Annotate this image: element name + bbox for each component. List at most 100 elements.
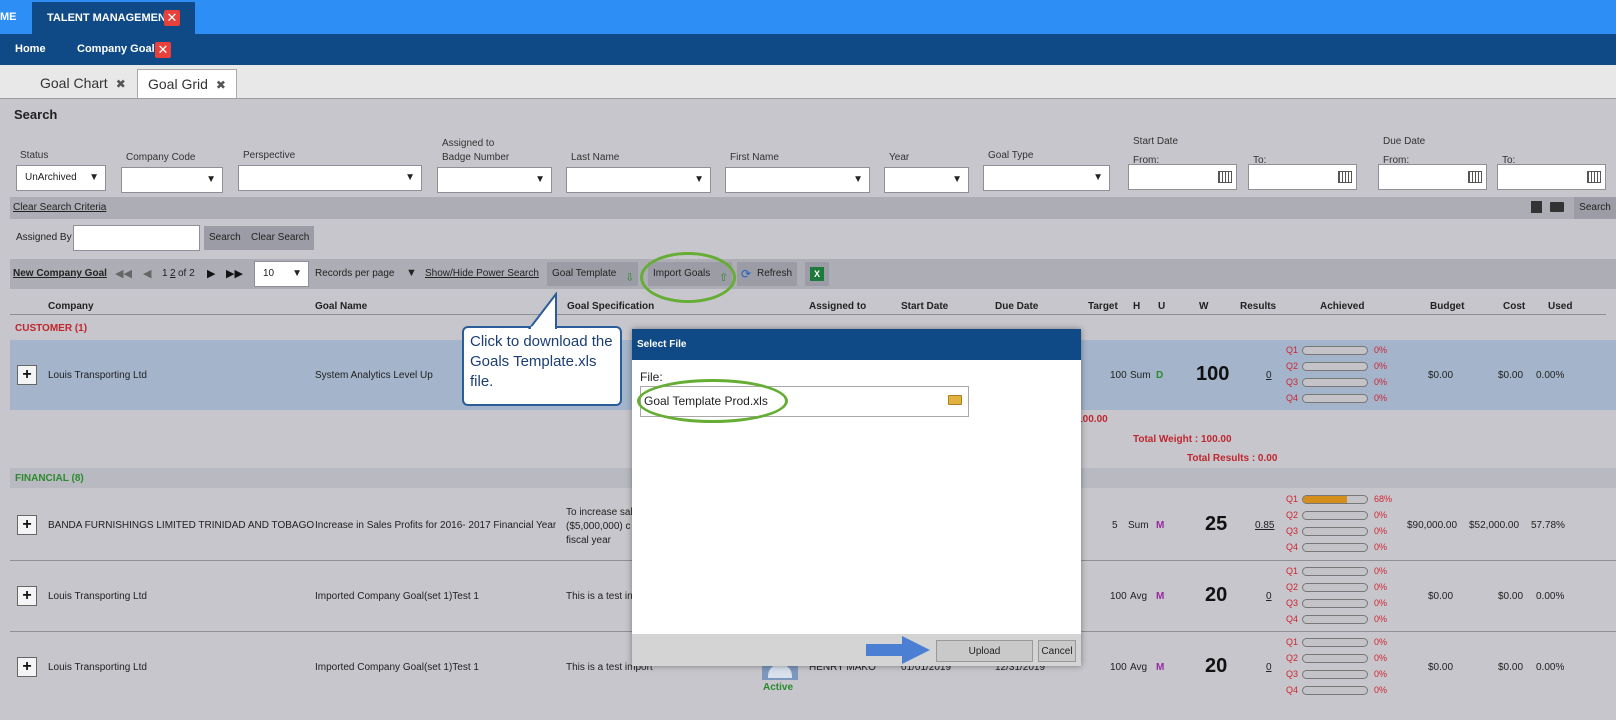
col-target[interactable]: Target — [1088, 301, 1118, 312]
prev-page-icon[interactable]: ◀ — [143, 267, 151, 280]
module-tab-me[interactable]: ME — [0, 0, 17, 34]
tab-goal-chart[interactable]: Goal Chart ✖ — [30, 69, 136, 97]
search-button[interactable]: Search — [204, 226, 246, 250]
last-name-select[interactable]: ▼ — [566, 167, 711, 193]
grid-toolbar: New Company Goal ◀◀ ◀ 1 2 of 2 ▶ ▶▶ 10 ▼ … — [10, 259, 1616, 289]
assigned-by-input[interactable] — [73, 225, 200, 251]
row-u: D — [1156, 370, 1164, 381]
excel-export-button[interactable]: X — [805, 262, 829, 286]
group-customer[interactable]: CUSTOMER (1) — [15, 323, 87, 334]
excel-icon: X — [810, 267, 824, 281]
per-page-select[interactable]: 10 ▼ — [254, 261, 309, 287]
next-page-icon[interactable]: ▶ — [207, 267, 215, 280]
tab-goal-grid[interactable]: Goal Grid ✖ — [137, 69, 237, 98]
nav-company-goals[interactable]: Company Goals — [77, 34, 161, 65]
year-label: Year — [889, 152, 910, 163]
quarter-percent: 0% — [1374, 542, 1388, 552]
start-from-date[interactable] — [1128, 164, 1237, 190]
quarter-label: Q4 — [1286, 685, 1299, 695]
first-name-select[interactable]: ▼ — [725, 167, 870, 193]
col-achieved[interactable]: Achieved — [1320, 301, 1364, 312]
calendar-icon[interactable] — [1468, 171, 1482, 183]
close-icon[interactable]: ✕ — [164, 10, 180, 26]
row-budget: $0.00 — [1428, 591, 1454, 602]
row-cost: $0.00 — [1498, 370, 1524, 381]
calendar-icon[interactable] — [1338, 171, 1352, 183]
status-select[interactable]: UnArchived ▼ — [16, 165, 106, 191]
col-goal-name[interactable]: Goal Name — [315, 301, 367, 312]
quarter-percent: 0% — [1374, 653, 1388, 663]
row-budget: $90,000.00 — [1407, 520, 1458, 531]
quarter-progress-bar — [1302, 654, 1368, 663]
due-from-date[interactable] — [1378, 164, 1487, 190]
row-weight: 20 — [1205, 584, 1228, 606]
upload-button[interactable]: Upload — [936, 640, 1033, 662]
row-results[interactable]: 0 — [1266, 591, 1272, 602]
last-page-icon[interactable]: ▶▶ — [226, 267, 243, 280]
refresh-button[interactable]: ⟳ Refresh — [737, 262, 798, 286]
quarter-progress-bar — [1302, 599, 1368, 608]
page-number-2[interactable]: 2 — [170, 268, 176, 279]
goal-type-select[interactable]: ▼ — [983, 165, 1110, 191]
col-budget[interactable]: Budget — [1430, 301, 1464, 312]
close-icon[interactable]: ✕ — [155, 42, 171, 58]
badge-number-select[interactable]: ▼ — [437, 167, 552, 193]
due-to-date[interactable] — [1497, 164, 1606, 190]
folder-open-icon[interactable] — [948, 395, 962, 405]
expand-icon[interactable]: + — [17, 586, 37, 606]
save-icon[interactable] — [1531, 201, 1542, 213]
total-results: Total Results : 0.00 — [1187, 453, 1278, 464]
perspective-select[interactable]: ▼ — [238, 165, 422, 191]
quarter-label: Q2 — [1286, 510, 1299, 520]
calendar-icon[interactable] — [1587, 171, 1601, 183]
col-h[interactable]: H — [1133, 301, 1140, 312]
row-used: 57.78% — [1531, 520, 1565, 531]
arrow-icon — [866, 636, 930, 664]
col-company[interactable]: Company — [48, 301, 94, 312]
status-value: UnArchived — [25, 172, 77, 183]
search-button[interactable]: Search — [1574, 197, 1616, 219]
new-company-goal-link[interactable]: New Company Goal — [13, 268, 107, 279]
expand-icon[interactable]: + — [17, 515, 37, 535]
year-select[interactable]: ▼ — [884, 167, 969, 193]
quarter-progress-bar — [1302, 394, 1368, 403]
nav-home[interactable]: Home — [15, 34, 46, 65]
power-search-link[interactable]: Show/Hide Power Search — [425, 268, 539, 279]
close-icon[interactable]: ✖ — [116, 77, 126, 91]
close-icon[interactable]: ✖ — [216, 78, 226, 92]
tab-label: Goal Grid — [148, 76, 208, 92]
quarter-label: Q3 — [1286, 377, 1299, 387]
row-results[interactable]: 0.85 — [1255, 520, 1274, 531]
start-to-date[interactable] — [1248, 164, 1357, 190]
expand-icon[interactable]: + — [17, 657, 37, 677]
row-results[interactable]: 0 — [1266, 370, 1272, 381]
page-number-1[interactable]: 1 — [162, 268, 168, 279]
col-cost[interactable]: Cost — [1503, 301, 1525, 312]
col-used[interactable]: Used — [1548, 301, 1572, 312]
col-u[interactable]: U — [1158, 301, 1165, 312]
col-due-date[interactable]: Due Date — [995, 301, 1038, 312]
clear-search-button[interactable]: Clear Search — [246, 226, 315, 250]
module-tab-talent-management[interactable]: TALENT MANAGEMENT ✕ — [32, 2, 195, 34]
company-code-label: Company Code — [126, 152, 196, 163]
status-label: Status — [20, 150, 49, 161]
quarter-label: Q2 — [1286, 653, 1299, 663]
row-results[interactable]: 0 — [1266, 662, 1272, 673]
assigned-by-label: Assigned By — [16, 232, 72, 243]
expand-icon[interactable]: + — [17, 365, 37, 385]
col-results[interactable]: Results — [1240, 301, 1276, 312]
goal-template-button[interactable]: Goal Template ⇩ — [547, 262, 639, 286]
group-financial[interactable]: FINANCIAL (8) — [15, 473, 84, 484]
row-h: Avg — [1130, 591, 1148, 602]
first-page-icon[interactable]: ◀◀ — [115, 267, 132, 280]
quarter-label: Q4 — [1286, 542, 1299, 552]
clear-search-criteria-link[interactable]: Clear Search Criteria — [13, 202, 106, 213]
col-start-date[interactable]: Start Date — [901, 301, 948, 312]
company-code-select[interactable]: ▼ — [121, 167, 223, 193]
folder-icon[interactable] — [1550, 202, 1564, 212]
col-w[interactable]: W — [1199, 301, 1208, 312]
row-used: 0.00% — [1536, 370, 1565, 381]
calendar-icon[interactable] — [1218, 171, 1232, 183]
cancel-button[interactable]: Cancel — [1038, 640, 1076, 662]
col-assigned-to[interactable]: Assigned to — [809, 301, 866, 312]
